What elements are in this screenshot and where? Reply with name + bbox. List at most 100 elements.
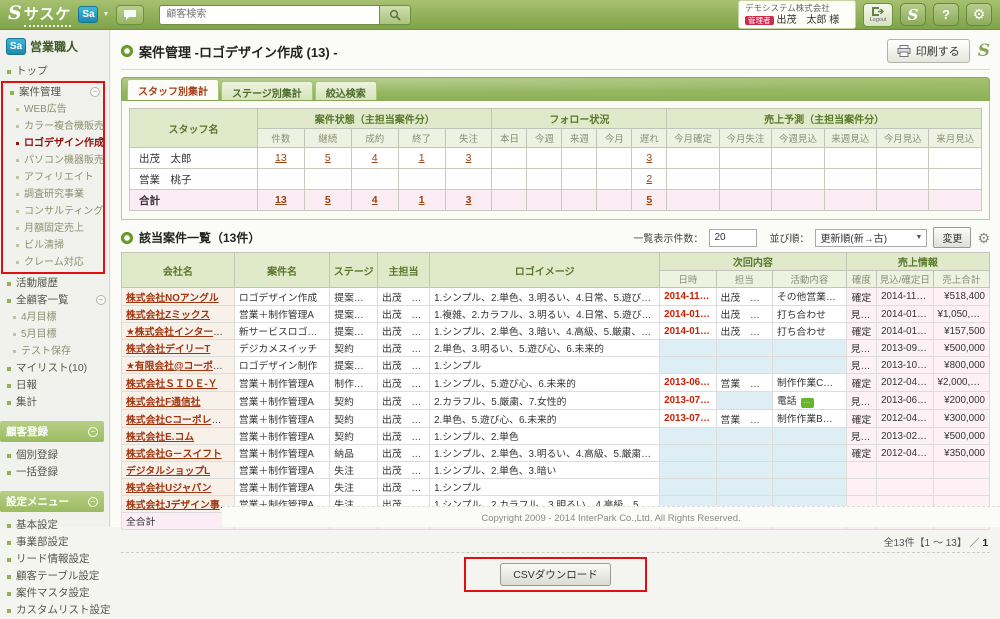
count-link[interactable]: 5 bbox=[325, 152, 331, 164]
print-button[interactable]: 印刷する bbox=[887, 39, 970, 63]
company-link[interactable]: 株式会社NOアングル bbox=[126, 293, 219, 304]
sidebar-item[interactable]: テスト保存 bbox=[0, 343, 109, 360]
sidebar-item[interactable]: 4月目標 bbox=[0, 309, 109, 326]
sidebar-item[interactable]: カスタムリスト設定 bbox=[0, 602, 109, 619]
sasuke-home-button[interactable]: S bbox=[900, 3, 926, 26]
settings-button[interactable]: ⚙ bbox=[966, 3, 992, 26]
bullet-icon bbox=[16, 159, 19, 162]
search-input[interactable] bbox=[159, 5, 379, 25]
company-link[interactable]: 株式会社E.コム bbox=[126, 432, 194, 443]
company-link[interactable]: 株式会社G－スイフト bbox=[126, 449, 222, 460]
company-link[interactable]: 株式会社Uジャパン bbox=[126, 483, 211, 494]
amount-cell: ¥300,000 bbox=[933, 410, 990, 428]
sidebar-item[interactable]: トップ bbox=[0, 63, 109, 80]
sidebar-section-header[interactable]: 顧客登録− bbox=[0, 421, 104, 442]
tab-active[interactable]: スタッフ別集計 bbox=[127, 79, 219, 100]
count-link[interactable]: 5 bbox=[325, 194, 331, 206]
collapse-toggle-icon[interactable]: − bbox=[88, 497, 98, 507]
count-link[interactable]: 3 bbox=[466, 194, 472, 206]
next-staff-cell: 出茂 太郎 bbox=[716, 288, 772, 306]
sidebar-item[interactable]: コンサルティング bbox=[3, 203, 103, 220]
project-cell: 営業＋制作管理A bbox=[234, 374, 329, 392]
list-section-header: 該当案件一覧（13件） 一覧表示件数： 並び順： 更新順(新→古) ▼ 変更 ⚙ bbox=[121, 227, 990, 248]
collapse-toggle-icon[interactable]: − bbox=[96, 295, 106, 305]
tab-inactive[interactable]: ステージ別集計 bbox=[221, 81, 313, 100]
company-link[interactable]: 株式会社Zミックス bbox=[126, 310, 210, 321]
count-link[interactable]: 3 bbox=[646, 152, 652, 164]
count-link[interactable]: 13 bbox=[275, 152, 287, 164]
column-header: 来週見込 bbox=[824, 129, 876, 148]
count-link[interactable]: 2 bbox=[646, 173, 652, 185]
company-link[interactable]: 株式会社Jデザイン事務所 bbox=[126, 500, 234, 511]
sidebar-section-header[interactable]: 設定メニュー− bbox=[0, 491, 104, 512]
search-button[interactable] bbox=[379, 5, 411, 25]
bullet-icon bbox=[7, 609, 11, 613]
amount-cell: ¥500,000 bbox=[933, 340, 990, 357]
sidebar-item[interactable]: 日報 bbox=[0, 377, 109, 394]
company-link[interactable]: 株式会社ＳＩＤＥ-Ｙ bbox=[126, 379, 217, 390]
sidebar-item[interactable]: 案件管理− bbox=[3, 84, 103, 101]
sidebar-item[interactable]: ロゴデザイン作成 bbox=[3, 135, 103, 152]
sidebar-item[interactable]: パソコン機器販売 bbox=[3, 152, 103, 169]
count-link[interactable]: 4 bbox=[372, 194, 378, 206]
count-link[interactable]: 5 bbox=[646, 194, 652, 206]
count-link[interactable]: 1 bbox=[419, 194, 425, 206]
chat-button[interactable] bbox=[116, 5, 144, 25]
summary-value-cell: 4 bbox=[351, 190, 398, 211]
sidebar-item[interactable]: マイリスト(10) bbox=[0, 360, 109, 377]
sidebar-item[interactable]: アフィリエイト bbox=[3, 169, 103, 186]
amount-cell: ¥518,400 bbox=[933, 288, 990, 306]
change-button[interactable]: 変更 bbox=[933, 227, 971, 248]
company-link[interactable]: 株式会社デイリーT bbox=[126, 344, 210, 355]
sidebar-item[interactable]: 基本設定 bbox=[0, 517, 109, 534]
company-cell: 株式会社ＳＩＤＥ-Ｙ bbox=[122, 374, 235, 392]
sidebar-item[interactable]: クレーム対応 bbox=[3, 254, 103, 271]
chevron-down-icon[interactable]: ▼ bbox=[102, 11, 109, 18]
company-cell: 株式会社F通信社 bbox=[122, 392, 235, 410]
bullet-icon bbox=[7, 401, 11, 405]
company-link[interactable]: ★株式会社インターロップ bbox=[126, 327, 234, 338]
company-link[interactable]: 株式会社Cコーポレーション bbox=[126, 415, 234, 426]
column-header: 今月見込 bbox=[876, 129, 928, 148]
company-link[interactable]: デジタルショップL bbox=[126, 466, 210, 477]
sidebar-item[interactable]: 調査研究事業 bbox=[3, 186, 103, 203]
sa-product-badge[interactable]: Sa bbox=[78, 6, 98, 23]
sidebar-item[interactable]: 案件マスタ設定 bbox=[0, 585, 109, 602]
sidebar-item[interactable]: 事業部設定 bbox=[0, 534, 109, 551]
help-button[interactable]: ? bbox=[933, 3, 959, 26]
pagination-current-page[interactable]: 1 bbox=[982, 538, 988, 549]
logout-button[interactable]: Logout bbox=[863, 3, 893, 27]
comment-icon[interactable]: … bbox=[801, 398, 814, 408]
logo-image-cell: 1.シンプル、2.単色、3.明るい、4.日常、5.遊び心、6.未来的、7.女性的 bbox=[430, 288, 660, 306]
table-row: 株式会社デイリーTデジカメスイッチ契約出茂 太郎2.単色、3.明るい、5.遊び心… bbox=[122, 340, 990, 357]
sort-order-select[interactable]: 更新順(新→古) ▼ bbox=[815, 229, 927, 247]
count-link[interactable]: 3 bbox=[466, 152, 472, 164]
summary-value-cell: 5 bbox=[304, 148, 351, 169]
per-page-input[interactable] bbox=[709, 229, 757, 247]
sidebar-item[interactable]: 活動履歴 bbox=[0, 275, 109, 292]
csv-download-button[interactable]: CSVダウンロード bbox=[500, 563, 611, 586]
sidebar-item[interactable]: 集計 bbox=[0, 394, 109, 411]
sidebar-item[interactable]: 5月目標 bbox=[0, 326, 109, 343]
sidebar-item[interactable]: 一括登録 bbox=[0, 464, 109, 481]
count-link[interactable]: 1 bbox=[419, 152, 425, 164]
sidebar-item[interactable]: リード情報設定 bbox=[0, 551, 109, 568]
tab-inactive[interactable]: 絞込検索 bbox=[315, 81, 377, 100]
collapse-toggle-icon[interactable]: − bbox=[88, 427, 98, 437]
sidebar-item[interactable]: WEB広告 bbox=[3, 101, 103, 118]
sidebar-item[interactable]: 顧客テーブル設定 bbox=[0, 568, 109, 585]
sidebar-item[interactable]: カラー複合機販売 bbox=[3, 118, 103, 135]
collapse-toggle-icon[interactable]: − bbox=[90, 87, 100, 97]
count-link[interactable]: 4 bbox=[372, 152, 378, 164]
gear-icon[interactable]: ⚙ bbox=[977, 231, 990, 245]
company-link[interactable]: 株式会社F通信社 bbox=[126, 397, 201, 408]
sidebar-item[interactable]: 個別登録 bbox=[0, 447, 109, 464]
summary-value-cell: 4 bbox=[351, 148, 398, 169]
sidebar-item[interactable]: 月額固定売上 bbox=[3, 220, 103, 237]
sidebar-item[interactable]: 全顧客一覧− bbox=[0, 292, 109, 309]
top-header: S サスケ Sa ▼ デモシステム株式会社 管理者 出茂 太郎 様 Logout… bbox=[0, 0, 1000, 30]
refresh-icon[interactable]: S bbox=[978, 41, 990, 61]
company-link[interactable]: ★有限会社@コーポレーション bbox=[126, 361, 234, 372]
sidebar-item[interactable]: ビル清掃 bbox=[3, 237, 103, 254]
count-link[interactable]: 13 bbox=[275, 194, 287, 206]
